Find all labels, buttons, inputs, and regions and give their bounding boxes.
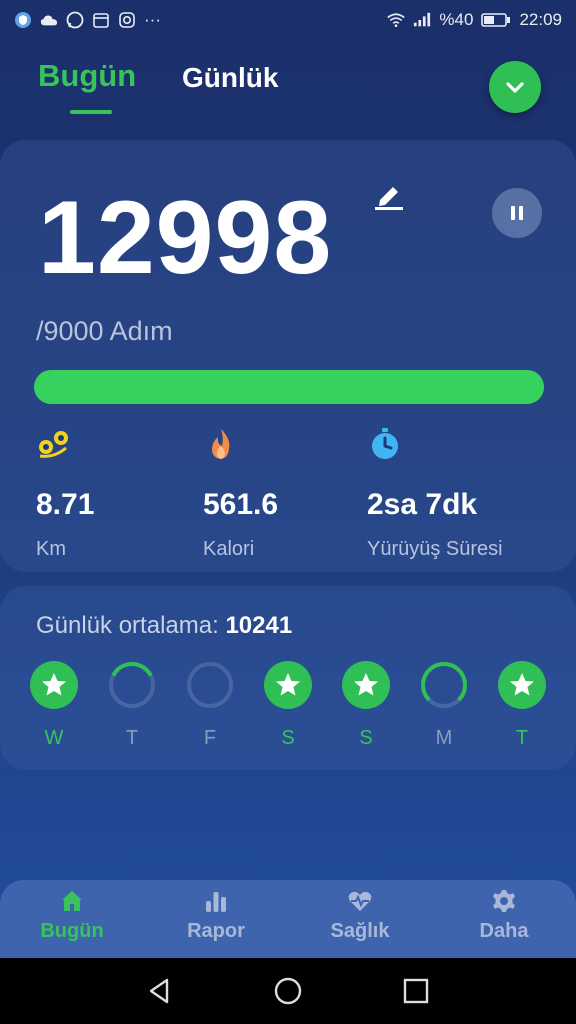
tab-active-indicator — [70, 110, 112, 114]
clock: 22:09 — [519, 10, 562, 29]
calories-value: 561.6 — [203, 488, 279, 521]
step-goal: /9000 Adım — [36, 316, 173, 346]
pause-icon — [511, 206, 523, 220]
day-item[interactable]: S — [262, 660, 314, 750]
calories-label: Kalori — [203, 538, 255, 560]
day-progress-ring — [187, 662, 233, 708]
day-ring-track — [187, 662, 233, 708]
walking-time-label: Yürüyüş Süresi — [367, 538, 503, 560]
home-icon — [59, 888, 85, 914]
day-item[interactable]: M — [418, 660, 470, 750]
day-label: F — [203, 727, 217, 749]
heart-pulse-icon — [347, 888, 373, 914]
day-item[interactable]: S — [340, 660, 392, 750]
chevron-down-icon — [506, 82, 524, 93]
day-progress-ring — [264, 661, 312, 709]
dropdown-button[interactable] — [489, 61, 541, 113]
step-count: 12998 — [38, 180, 333, 296]
day-ring-progress — [109, 662, 155, 708]
flame-icon — [203, 426, 239, 462]
step-progress-fill — [34, 370, 544, 404]
nav-label: Bugün — [40, 920, 104, 942]
day-progress-ring — [342, 661, 390, 709]
back-icon[interactable] — [145, 976, 175, 1006]
whatsapp-icon — [66, 11, 84, 29]
stat-distance: 8.71 Km — [36, 426, 94, 561]
day-progress-ring — [421, 662, 467, 708]
day-item[interactable]: T — [496, 660, 548, 750]
wifi-icon — [387, 11, 406, 29]
tab-today[interactable]: Bugün — [38, 58, 136, 94]
daily-average-label: Günlük ortalama: — [36, 612, 219, 639]
nav-item-report[interactable]: Rapor — [161, 888, 271, 943]
cloud-icon — [40, 11, 58, 29]
stopwatch-icon — [367, 426, 403, 462]
stat-calories: 561.6 Kalori — [203, 426, 278, 561]
distance-label: Km — [36, 538, 66, 560]
day-label: S — [359, 727, 373, 749]
nav-label: Sağlık — [330, 920, 390, 942]
status-bar: ··· %40 22:09 — [0, 0, 576, 40]
daily-average-value: 10241 — [225, 612, 293, 639]
day-progress-ring — [30, 661, 78, 709]
nav-item-more[interactable]: Daha — [449, 888, 559, 943]
nav-label: Rapor — [187, 920, 245, 942]
day-progress-ring — [498, 661, 546, 709]
shield-icon — [14, 11, 32, 29]
day-label: T — [125, 727, 139, 749]
recents-icon[interactable] — [401, 976, 431, 1006]
nav-label: Daha — [479, 920, 529, 942]
day-item[interactable]: T — [106, 660, 158, 750]
day-label: S — [281, 727, 295, 749]
nav-item-health[interactable]: Sağlık — [305, 888, 415, 943]
day-item[interactable]: F — [184, 660, 236, 750]
calendar-icon — [92, 11, 110, 29]
step-progress-bar — [34, 370, 544, 404]
day-ring-progress — [421, 662, 467, 708]
battery-percent: %40 — [439, 10, 474, 29]
battery-icon — [481, 11, 511, 29]
nav-item-today[interactable]: Bugün — [17, 888, 127, 943]
day-label: W — [44, 727, 64, 749]
day-item[interactable]: W — [28, 660, 80, 750]
daily-average: Günlük ortalama: 10241 — [36, 612, 292, 640]
tab-daily[interactable]: Günlük — [182, 62, 278, 94]
gear-icon — [491, 888, 517, 914]
day-label: M — [435, 727, 453, 749]
instagram-icon — [118, 11, 136, 29]
pause-button[interactable] — [492, 188, 542, 238]
bar-chart-icon — [203, 888, 229, 914]
signal-icon — [413, 11, 431, 29]
home-circle-icon[interactable] — [273, 976, 303, 1006]
distance-icon — [36, 426, 72, 462]
overflow-indicator: ··· — [144, 10, 161, 29]
day-progress-ring — [109, 662, 155, 708]
distance-value: 8.71 — [36, 488, 95, 521]
system-status: %40 22:09 — [387, 10, 562, 30]
stat-walking-time: 2sa 7dk Yürüyüş Süresi — [367, 426, 503, 561]
notification-icons: ··· — [14, 10, 161, 30]
edit-icon[interactable] — [372, 178, 406, 212]
day-label: T — [515, 727, 529, 749]
walking-time-value: 2sa 7dk — [367, 488, 478, 521]
